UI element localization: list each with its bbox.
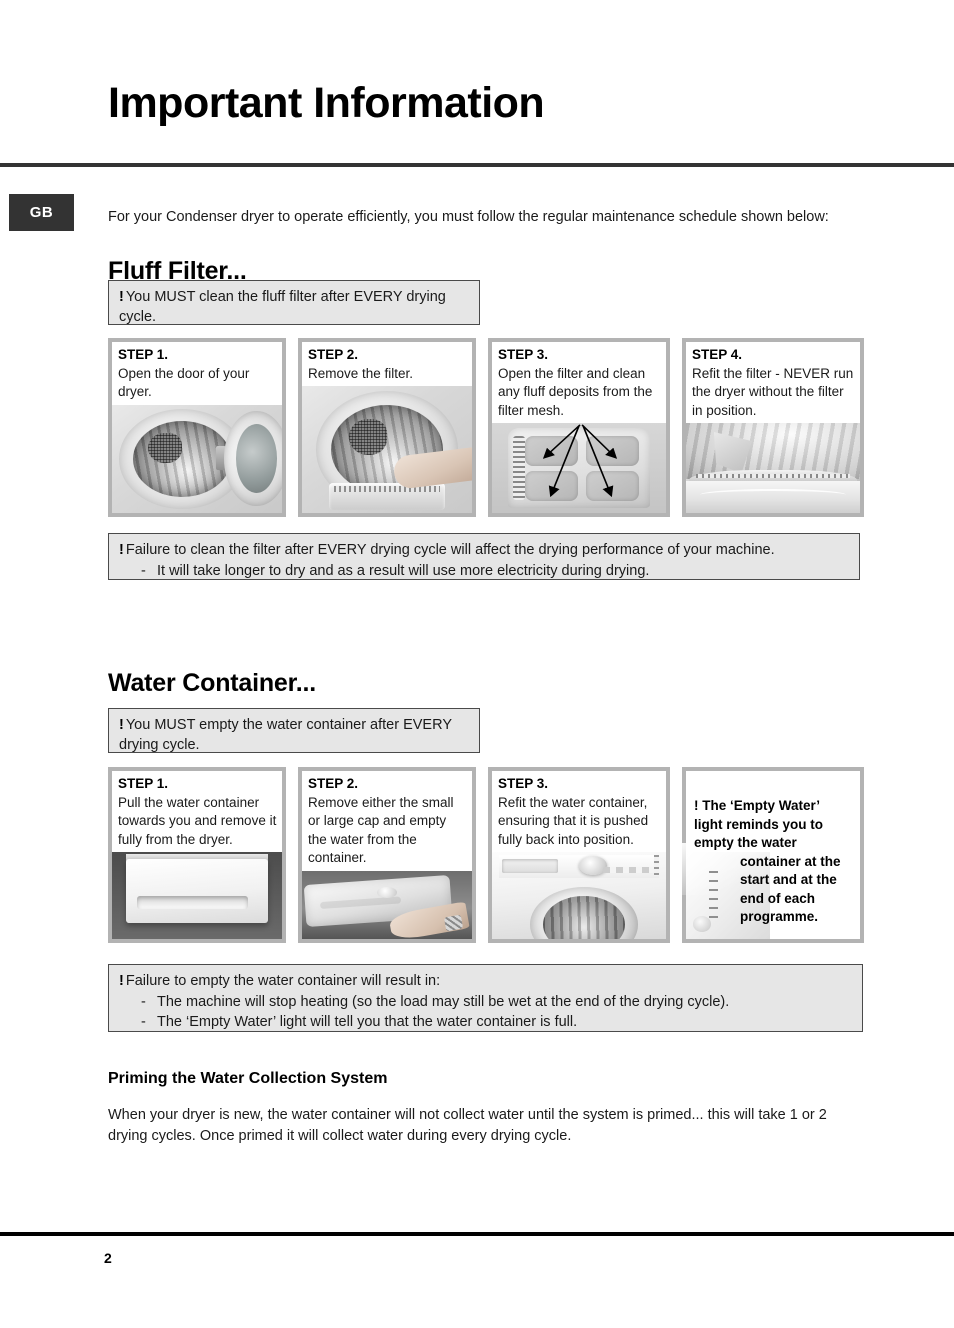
notice-text: You MUST empty the water container after… bbox=[119, 717, 452, 753]
step-card-water-1: STEP 1. Pull the water container towards… bbox=[108, 767, 286, 943]
bullet-dash: - bbox=[141, 1014, 146, 1030]
bullet-dash: - bbox=[141, 562, 146, 579]
step-caption: STEP 1. Pull the water container towards… bbox=[112, 771, 282, 852]
notice-text: Failure to clean the filter after EVERY … bbox=[125, 542, 775, 558]
step-label: STEP 3. bbox=[498, 347, 549, 362]
step-label: STEP 1. bbox=[118, 347, 169, 362]
step-text: Refit the filter - NEVER run the dryer w… bbox=[692, 365, 854, 418]
step-caption: STEP 3. Refit the water container, ensur… bbox=[492, 771, 666, 852]
warning-bang-icon: ! bbox=[694, 798, 699, 813]
step-card-fluff-1: STEP 1. Open the door of your dryer. bbox=[108, 338, 286, 517]
warning-bang-icon: ! bbox=[119, 973, 124, 989]
step-text: Remove either the small or large cap and… bbox=[308, 794, 454, 866]
notice-bullet-list: - It will take longer to dry and as a re… bbox=[119, 562, 849, 582]
step-text: Open the filter and clean any fluff depo… bbox=[498, 365, 653, 418]
header-divider bbox=[0, 163, 954, 167]
notice-text: You MUST clean the fluff filter after EV… bbox=[119, 289, 446, 325]
info-line-7: programme. bbox=[740, 909, 819, 924]
notice-fluff-filter-top: ! You MUST clean the fluff filter after E… bbox=[108, 280, 480, 325]
dryer-door-open-photo bbox=[112, 404, 282, 513]
cleaning-arrows-icon bbox=[542, 424, 618, 498]
page-number: 2 bbox=[104, 1250, 112, 1266]
step-card-fluff-2: STEP 2. Remove the filter. bbox=[298, 338, 476, 517]
notice-text: Failure to empty the water container wil… bbox=[125, 973, 441, 989]
step-caption: STEP 2. Remove either the small or large… bbox=[302, 771, 472, 871]
info-line-2: light reminds you to bbox=[694, 816, 824, 832]
page-title: Important Information bbox=[108, 78, 545, 127]
priming-body-text: When your dryer is new, the water contai… bbox=[108, 1106, 827, 1144]
step-text: Pull the water container towards you and… bbox=[118, 794, 277, 847]
info-line-1: The ‘Empty Water’ bbox=[702, 798, 821, 813]
warning-bang-icon: ! bbox=[119, 717, 124, 733]
machine-front-photo bbox=[492, 852, 666, 939]
removing-filter-photo bbox=[302, 386, 472, 513]
step-card-fluff-3: STEP 3. Open the filter and clean any fl… bbox=[488, 338, 670, 517]
emptying-container-photo bbox=[302, 870, 472, 939]
intro-paragraph: For your Condenser dryer to operate effi… bbox=[108, 208, 829, 225]
section-heading-water-container: Water Container... bbox=[108, 668, 317, 697]
water-container-steps: STEP 1. Pull the water container towards… bbox=[108, 767, 864, 943]
footer-divider bbox=[0, 1232, 954, 1236]
step-card-water-2: STEP 2. Remove either the small or large… bbox=[298, 767, 476, 943]
info-line-6: end of each bbox=[740, 890, 816, 906]
step-card-water-3: STEP 3. Refit the water container, ensur… bbox=[488, 767, 670, 943]
notice-fluff-filter-bottom: ! Failure to clean the filter after EVERY… bbox=[108, 533, 860, 580]
step-card-fluff-4: STEP 4. Refit the filter - NEVER run the… bbox=[682, 338, 864, 517]
open-filter-mesh-photo bbox=[492, 423, 666, 513]
step-caption: STEP 4. Refit the filter - NEVER run the… bbox=[686, 342, 860, 423]
info-line-5: start and at the bbox=[740, 872, 837, 887]
step-label: STEP 2. bbox=[308, 347, 359, 362]
step-text: Refit the water container, ensuring that… bbox=[498, 794, 649, 847]
warning-bang-icon: ! bbox=[119, 289, 124, 305]
bullet-text: The machine will stop heating (so the lo… bbox=[157, 993, 730, 1010]
step-caption: STEP 1. Open the door of your dryer. bbox=[112, 342, 282, 405]
step-text: Remove the filter. bbox=[308, 365, 414, 381]
notice-bullet: - The machine will stop heating (so the … bbox=[119, 993, 852, 1013]
info-line-4: container at the bbox=[740, 853, 841, 869]
bullet-text: It will take longer to dry and as a resu… bbox=[157, 562, 650, 579]
step-label: STEP 3. bbox=[498, 776, 549, 791]
refit-filter-photo bbox=[686, 423, 860, 513]
info-line-3: empty the water bbox=[694, 835, 797, 850]
notice-bullet: - It will take longer to dry and as a re… bbox=[119, 562, 849, 582]
notice-water-container-bottom: ! Failure to empty the water container wi… bbox=[108, 964, 863, 1032]
step-label: STEP 1. bbox=[118, 776, 169, 791]
fluff-filter-steps: STEP 1. Open the door of your dryer. STE… bbox=[108, 338, 864, 517]
step-caption: STEP 3. Open the filter and clean any fl… bbox=[492, 342, 666, 423]
step-label: STEP 4. bbox=[692, 347, 743, 362]
warning-bang-icon: ! bbox=[119, 542, 124, 558]
step-caption: STEP 2. Remove the filter. bbox=[302, 342, 472, 386]
step-text: Open the door of your dryer. bbox=[118, 365, 250, 400]
water-container-drawer-photo bbox=[112, 852, 282, 939]
bullet-dash: - bbox=[141, 993, 146, 1010]
empty-water-info-text: ! The ‘Empty Water’ light reminds you to… bbox=[694, 797, 852, 927]
empty-water-light-info-card: ! The ‘Empty Water’ light reminds you to… bbox=[677, 767, 864, 943]
sub-heading-priming: Priming the Water Collection System bbox=[108, 1070, 388, 1087]
language-badge-gb: GB bbox=[9, 194, 74, 231]
notice-bullet-list: - The machine will stop heating (so the … bbox=[119, 993, 852, 1033]
step-label: STEP 2. bbox=[308, 776, 359, 791]
notice-bullet: - The ‘Empty Water’ light will tell you … bbox=[119, 1013, 852, 1033]
bullet-text: The ‘Empty Water’ light will tell you th… bbox=[157, 1014, 578, 1030]
manual-page: Important Information GB For your Conden… bbox=[0, 0, 954, 1328]
notice-water-container-top: ! You MUST empty the water container afte… bbox=[108, 708, 480, 753]
